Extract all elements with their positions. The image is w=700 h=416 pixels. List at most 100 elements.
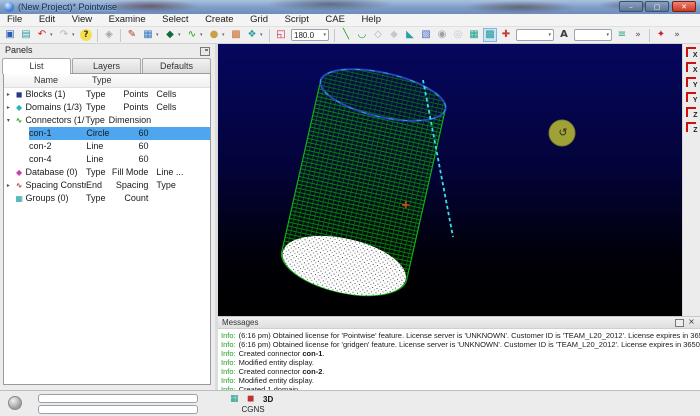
tree-row-blocks[interactable]: ▸ ◼ Blocks (1) Type Points Cells xyxy=(4,88,210,101)
sphere-caret-icon[interactable]: ▾ xyxy=(222,32,227,38)
arc-tool-icon[interactable]: ◡ xyxy=(355,28,369,42)
diamond-outline-icon[interactable]: ◇ xyxy=(371,28,385,42)
view-plus-x-button[interactable]: X xyxy=(685,46,699,59)
menu-edit[interactable]: Edit xyxy=(32,14,62,26)
block-icon[interactable]: ▧ xyxy=(419,28,433,42)
display-viewport[interactable]: ↺ xyxy=(218,44,682,316)
menu-select[interactable]: Select xyxy=(155,14,195,26)
examine-screen-icon[interactable]: ◱ xyxy=(274,28,288,42)
column-header-name[interactable]: Name xyxy=(34,74,58,87)
expander-icon[interactable]: ▾ xyxy=(4,114,13,127)
view-minus-x-button[interactable]: X xyxy=(685,61,699,74)
message-line: Info:Created connector con-1. xyxy=(221,349,700,358)
overflow-chevron-icon[interactable]: » xyxy=(631,28,645,42)
messages-close-icon[interactable]: × xyxy=(687,317,696,327)
menu-cae[interactable]: CAE xyxy=(318,14,352,26)
overflow-chevron-icon[interactable]: » xyxy=(670,28,684,42)
glove-caret-icon[interactable]: ▾ xyxy=(260,32,265,38)
menu-help[interactable]: Help xyxy=(354,14,388,26)
layers-icon[interactable]: ≡ xyxy=(615,28,629,42)
tree-row-con-2[interactable]: con-2 Line 60 xyxy=(29,140,210,153)
menu-file[interactable]: File xyxy=(0,14,29,26)
undo-caret-icon[interactable]: ▾ xyxy=(50,32,55,38)
view-plus-y-button[interactable]: Y xyxy=(685,76,699,89)
expander-icon[interactable] xyxy=(4,192,13,205)
close-button[interactable]: ✕ xyxy=(672,1,696,12)
redo-icon[interactable]: ↷ xyxy=(57,28,71,42)
diamond-caret-icon[interactable]: ▾ xyxy=(178,32,183,38)
tab-defaults[interactable]: Defaults xyxy=(142,58,211,73)
title-bar[interactable]: (New Project)* Pointwise – ▢ ✕ xyxy=(0,0,700,14)
spacing-combo[interactable]: ▾ xyxy=(574,29,612,41)
view-minus-y-button[interactable]: Y xyxy=(685,91,699,104)
panel-float-icon[interactable] xyxy=(200,47,210,56)
join-connectors-icon[interactable]: ✚ xyxy=(499,28,513,42)
status-field-2[interactable] xyxy=(38,405,198,414)
messages-float-icon[interactable] xyxy=(675,319,684,327)
expander-icon[interactable] xyxy=(4,166,13,179)
menu-grid[interactable]: Grid xyxy=(243,14,275,26)
expander-icon[interactable]: ▸ xyxy=(4,179,13,192)
diamond-icon[interactable]: ◆ xyxy=(163,28,177,42)
blocks-icon: ◼ xyxy=(13,88,26,101)
tree-row-con-1[interactable]: con-1 Circle 60 xyxy=(29,127,210,140)
sphere-grid-icon[interactable]: ◉ xyxy=(435,28,449,42)
entity-tree: Name Type ▸ ◼ Blocks (1) Type Points Cel… xyxy=(3,73,211,385)
context-help-icon[interactable]: ? xyxy=(80,29,92,41)
combo-caret-icon: ▾ xyxy=(548,32,551,38)
menu-script[interactable]: Script xyxy=(278,14,316,26)
save-icon[interactable]: ▣ xyxy=(3,28,17,42)
cube-grid-icon[interactable]: ▦ xyxy=(141,28,155,42)
tab-layers[interactable]: Layers xyxy=(72,58,141,73)
menu-create[interactable]: Create xyxy=(198,14,241,26)
tree-row-domains[interactable]: ▸ ◆ Domains (1/3) Type Points Cells xyxy=(4,101,210,114)
message-text: Created connector xyxy=(239,349,303,358)
undo-icon[interactable]: ↶ xyxy=(35,28,49,42)
paintbrush-icon[interactable]: ✎ xyxy=(125,28,139,42)
line-tool-icon[interactable]: ╲ xyxy=(339,28,353,42)
view-plus-z-button[interactable]: Z xyxy=(685,106,699,119)
unstructured-grid-icon[interactable]: ▩ xyxy=(483,28,497,42)
status-bar: ▦ ◼ 3D CGNS xyxy=(0,390,700,416)
view-minus-z-button[interactable]: Z xyxy=(685,121,699,134)
cube-caret-icon[interactable]: ▾ xyxy=(156,32,161,38)
structured-grid-icon[interactable]: ▦ xyxy=(467,28,481,42)
menu-view[interactable]: View xyxy=(65,14,99,26)
connector-curve-icon[interactable]: ∿ xyxy=(185,28,199,42)
column-header-type[interactable]: Type xyxy=(92,74,112,87)
row-col3: Spacing xyxy=(109,179,148,192)
messages-header[interactable]: Messages × xyxy=(218,317,700,329)
viewport-background xyxy=(218,44,682,316)
rotation-angle-combo[interactable]: 180.0 ▾ xyxy=(291,29,329,41)
expander-icon[interactable]: ▸ xyxy=(4,101,13,114)
mask-icon[interactable]: ✦ xyxy=(654,28,668,42)
redo-caret-icon[interactable]: ▾ xyxy=(72,32,77,38)
sphere-grid-light-icon[interactable]: ◎ xyxy=(451,28,465,42)
tab-list[interactable]: List xyxy=(2,58,71,74)
tree-row-spacing-constraints[interactable]: ▸ ∿ Spacing Constrai... End Spacing Type xyxy=(4,179,210,192)
display-picture-icon[interactable]: ▩ xyxy=(229,28,243,42)
sphere-icon[interactable]: ● xyxy=(207,28,221,42)
diamond-solid-icon[interactable]: ◆ xyxy=(387,28,401,42)
expander-icon[interactable]: ▸ xyxy=(4,88,13,101)
tree-row-database[interactable]: ◆ Database (0) Type Fill Mode Line ... xyxy=(4,166,210,179)
dimension-combo[interactable]: ▾ xyxy=(516,29,554,41)
row-name: Groups (0) xyxy=(25,192,85,205)
window-title: (New Project)* Pointwise xyxy=(18,2,117,12)
gem-icon[interactable]: ◈ xyxy=(102,28,116,42)
status-field-1[interactable] xyxy=(38,394,198,403)
label-edit-icon[interactable]: A xyxy=(557,28,571,42)
menu-examine[interactable]: Examine xyxy=(102,14,153,26)
messages-title: Messages xyxy=(222,318,258,327)
row-col4: Type xyxy=(148,179,210,192)
maximize-button[interactable]: ▢ xyxy=(645,1,669,12)
minimize-button[interactable]: – xyxy=(619,1,643,12)
row-col4 xyxy=(149,153,210,166)
wedge-icon[interactable]: ◣ xyxy=(403,28,417,42)
curve-caret-icon[interactable]: ▾ xyxy=(200,32,205,38)
tree-row-connectors[interactable]: ▾ ∿ Connectors (1/3) Type Dimension xyxy=(4,114,210,127)
open-icon[interactable]: ▤ xyxy=(19,28,33,42)
tree-row-con-4[interactable]: con-4 Line 60 xyxy=(29,153,210,166)
glove-icon[interactable]: ❖ xyxy=(245,28,259,42)
tree-row-groups[interactable]: ▦ Groups (0) Type Count xyxy=(4,192,210,205)
